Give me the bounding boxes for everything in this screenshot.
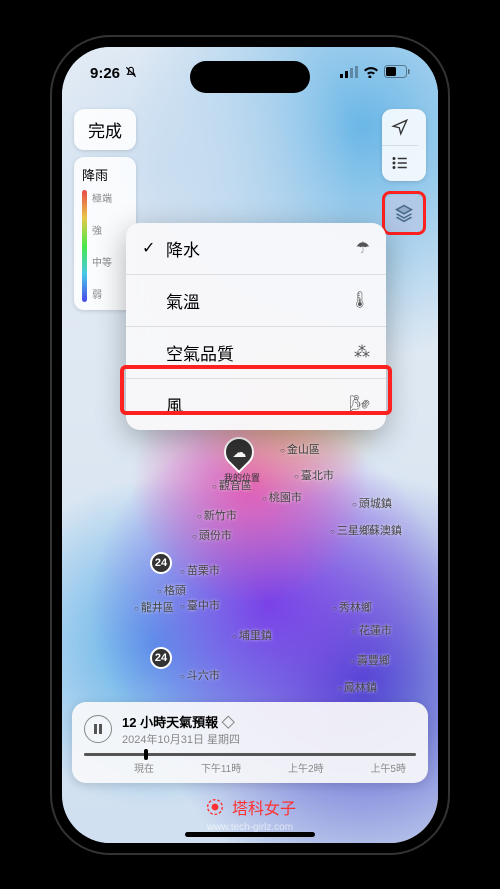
menu-label: 風 [166, 392, 346, 417]
legend-level: 極端 [92, 190, 112, 205]
pin-label: 我的位置 [224, 471, 260, 484]
city-label[interactable]: 臺中市 [180, 597, 220, 613]
city-label[interactable]: 桃園市 [262, 489, 302, 505]
time-label: 現在 [134, 760, 154, 775]
screen: 9:26 完成 降雨 [62, 47, 438, 843]
city-label[interactable]: 花蓮市 [352, 622, 392, 638]
layer-menu: ✓ 降水 ☂ 氣溫 🌡 空氣品質 ⁂ 風 🌬 [126, 223, 386, 430]
city-label[interactable]: 龍井區 [134, 599, 174, 615]
city-label[interactable]: 頭份市 [192, 527, 232, 543]
city-label[interactable]: 頭城鎮 [352, 495, 392, 511]
watermark: 塔科女子 [204, 795, 296, 819]
forecast-date: 2024年10月31日 星期四 [122, 731, 416, 747]
wind-icon: 🌬 [346, 394, 370, 414]
menu-item-air-quality[interactable]: 空氣品質 ⁂ [126, 327, 386, 379]
legend-level: 中等 [92, 254, 112, 269]
menu-label: 空氣品質 [166, 340, 346, 365]
city-label[interactable]: 壽豐鄉 [350, 652, 390, 668]
cloud-icon: ☁ [232, 443, 246, 460]
menu-label: 降水 [166, 236, 346, 261]
thermometer-icon: 🌡 [346, 290, 370, 310]
legend-color-bar [82, 190, 87, 302]
layers-button-highlight [382, 191, 426, 235]
forecast-bar: 12 小時天氣預報 ◇ 2024年10月31日 星期四 現在 下午11時 上午2… [72, 702, 428, 783]
time-label: 上午5時 [370, 760, 406, 775]
city-label[interactable]: 苗栗市 [180, 562, 220, 578]
time-label: 下午11時 [201, 760, 241, 775]
status-time: 9:26 [90, 65, 120, 82]
done-button[interactable]: 完成 [74, 109, 136, 150]
wifi-icon [363, 65, 379, 82]
pause-button[interactable] [84, 715, 112, 743]
menu-label: 氣溫 [166, 288, 346, 313]
city-label[interactable]: 新竹市 [197, 507, 237, 523]
silent-icon [124, 65, 138, 83]
forecast-title: 12 小時天氣預報 ◇ [122, 712, 416, 731]
menu-item-temperature[interactable]: 氣溫 🌡 [126, 275, 386, 327]
legend-level: 弱 [92, 286, 112, 301]
check-icon: ✓ [142, 238, 166, 258]
menu-item-precipitation[interactable]: ✓ 降水 ☂ [126, 223, 386, 275]
umbrella-icon: ☂ [346, 238, 370, 258]
time-label: 上午2時 [288, 760, 324, 775]
layers-button[interactable] [386, 195, 422, 231]
city-label[interactable]: 格頭 [157, 582, 186, 598]
battery-icon [384, 65, 410, 82]
timeline-slider[interactable]: 現在 下午11時 上午2時 上午5時 [84, 753, 416, 775]
temp-badge[interactable]: 24 [150, 647, 172, 669]
home-indicator[interactable] [185, 832, 315, 837]
map-toolbar [382, 109, 426, 235]
timeline-thumb[interactable] [144, 749, 148, 760]
dynamic-island [190, 61, 310, 93]
legend-level: 強 [92, 222, 112, 237]
temp-badge[interactable]: 24 [150, 552, 172, 574]
city-label[interactable]: 斗六市 [180, 667, 220, 683]
menu-item-wind[interactable]: 風 🌬 [126, 379, 386, 430]
city-label[interactable]: 鳳林鎮 [337, 679, 377, 695]
list-button[interactable] [382, 145, 418, 181]
city-label[interactable]: 秀林鄉 [332, 599, 372, 615]
city-label[interactable]: 臺北市 [294, 467, 334, 483]
phone-frame: 9:26 完成 降雨 [50, 35, 450, 855]
locate-button[interactable] [382, 109, 418, 145]
signal-icon [340, 65, 358, 82]
city-label[interactable]: 金山區 [280, 441, 320, 457]
city-label[interactable]: 蘇澳鎮 [362, 522, 402, 538]
legend-title: 降雨 [82, 165, 128, 184]
city-label[interactable]: 埔里鎮 [232, 627, 272, 643]
my-location-pin[interactable]: ☁ 我的位置 [224, 437, 260, 484]
particles-icon: ⁂ [346, 342, 370, 362]
